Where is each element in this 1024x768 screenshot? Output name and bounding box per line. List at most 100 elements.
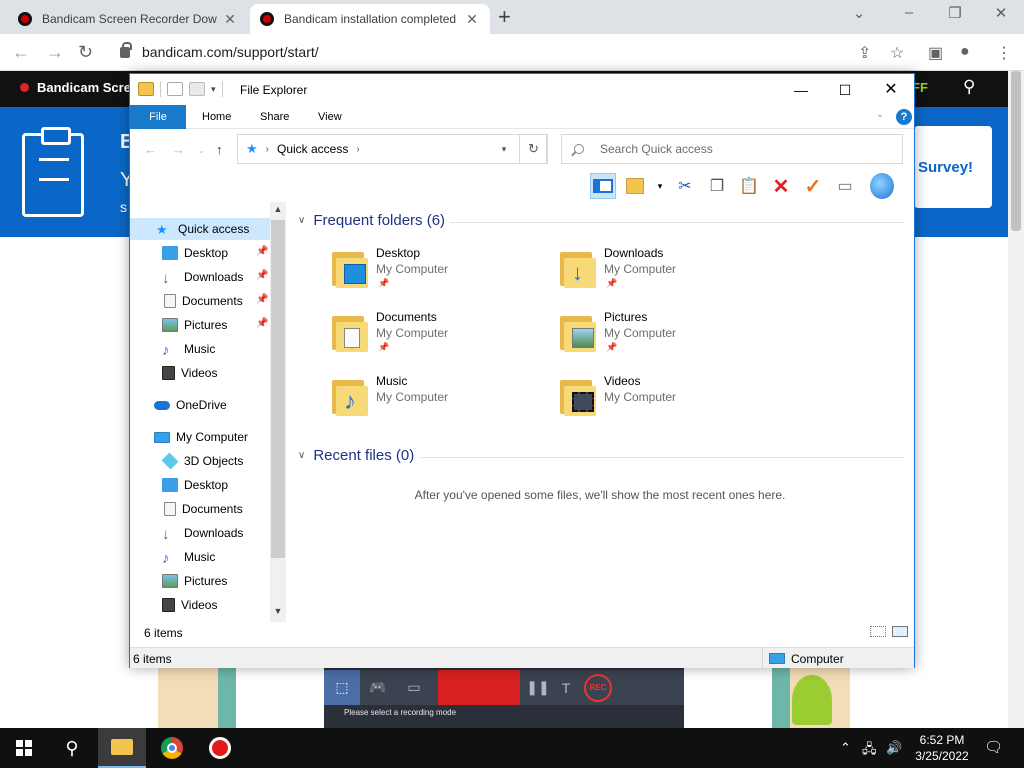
nav-music[interactable]: ♪ Music [130, 338, 270, 360]
folder-tile-videos[interactable]: Videos My Computer [558, 372, 758, 428]
survey-button[interactable]: Survey! [914, 126, 992, 208]
close-window-icon[interactable]: ✕ [978, 4, 1024, 22]
nav-videos-pc[interactable]: Videos [130, 594, 270, 616]
address-bar[interactable]: bandicam.com/support/start/ [110, 38, 910, 66]
collapse-chevron-icon[interactable]: ∨ [298, 450, 305, 461]
nav-downloads-pinned[interactable]: ↓ Downloads 📌 [130, 266, 270, 288]
preview-pane-button[interactable] [622, 173, 648, 199]
details-view-icon[interactable] [870, 626, 886, 637]
help-icon[interactable]: ? [896, 109, 912, 125]
expand-ribbon-icon[interactable]: ⌄ [876, 109, 884, 120]
browser-tab-installation[interactable]: Bandicam installation completed ✕ [250, 4, 490, 34]
folder-tile-pictures[interactable]: Pictures My Computer 📌 [558, 308, 758, 364]
explorer-maximize-icon[interactable]: ☐ [822, 78, 868, 102]
bookmark-star-icon[interactable]: ☆ [890, 43, 904, 63]
pin-icon[interactable]: 📌 [256, 270, 268, 281]
paste-icon[interactable]: 📋 [736, 173, 762, 199]
nav-desktop[interactable]: Desktop [130, 474, 270, 496]
share-icon[interactable]: ⇪ [858, 43, 871, 63]
chevron-right-icon[interactable]: › [266, 144, 269, 155]
folder-tile-downloads[interactable]: ↓ Downloads My Computer 📌 [558, 244, 758, 300]
nav-documents-pinned[interactable]: Documents 📌 [130, 290, 270, 312]
nav-quick-access[interactable]: ★ Quick access [130, 218, 270, 240]
rename-icon[interactable]: ▭ [832, 173, 858, 199]
navigation-pane-button[interactable] [590, 173, 616, 199]
search-taskbar-button[interactable]: ⚲ [48, 728, 96, 768]
scroll-down-icon[interactable]: ▼ [270, 606, 286, 616]
explorer-title-bar[interactable]: ▾ File Explorer — ☐ ✕ [130, 74, 914, 105]
page-scrollbar[interactable] [1008, 71, 1024, 728]
nav-onedrive[interactable]: OneDrive [130, 394, 270, 416]
close-tab-icon[interactable]: ✕ [464, 11, 480, 28]
nav-3d-objects[interactable]: 3D Objects [130, 450, 270, 472]
explorer-close-icon[interactable]: ✕ [868, 78, 914, 102]
new-folder-icon[interactable] [189, 82, 205, 96]
new-tab-button[interactable]: + [498, 6, 511, 28]
checkmark-icon[interactable]: ✓ [800, 173, 826, 199]
site-logo[interactable]: Bandicam Scree [20, 80, 138, 95]
chevron-down-icon[interactable]: ⌄ [836, 4, 882, 22]
explorer-minimize-icon[interactable]: — [778, 78, 824, 102]
nav-my-computer[interactable]: My Computer [130, 426, 270, 448]
reload-icon[interactable]: ↻ [78, 42, 93, 63]
search-input[interactable]: Search Quick access [561, 134, 903, 164]
tab-file[interactable]: File [130, 105, 186, 129]
refresh-icon[interactable]: ↻ [519, 134, 548, 164]
bandicam-taskbar-button[interactable] [196, 728, 244, 768]
close-tab-icon[interactable]: ✕ [222, 11, 238, 28]
forward-arrow-icon[interactable]: → [46, 42, 64, 63]
large-icons-view-icon[interactable] [892, 626, 908, 637]
pin-icon[interactable]: 📌 [256, 246, 268, 257]
file-explorer-taskbar-button[interactable] [98, 728, 146, 768]
address-box[interactable]: ★ › Quick access › ▾ [237, 134, 547, 164]
back-arrow-icon[interactable]: ← [144, 142, 157, 157]
pin-icon[interactable]: 📌 [256, 294, 268, 305]
restore-icon[interactable]: ❐ [932, 4, 978, 22]
nav-desktop-pinned[interactable]: Desktop 📌 [130, 242, 270, 264]
start-button[interactable] [0, 728, 48, 768]
nav-downloads[interactable]: ↓ Downloads [130, 522, 270, 544]
back-arrow-icon[interactable]: ← [12, 42, 30, 63]
nav-scrollbar-thumb[interactable] [271, 220, 285, 558]
nav-pictures[interactable]: Pictures [130, 570, 270, 592]
volume-icon[interactable]: 🔊 [886, 740, 902, 756]
pin-icon[interactable]: 📌 [256, 318, 268, 329]
network-icon[interactable]: 🖧 [862, 740, 877, 762]
browser-tab-download[interactable]: Bandicam Screen Recorder Dow ✕ [8, 4, 248, 34]
collapse-chevron-icon[interactable]: ∨ [298, 215, 305, 226]
folder-tile-desktop[interactable]: Desktop My Computer 📌 [330, 244, 530, 300]
nav-videos[interactable]: Videos [130, 362, 270, 384]
recent-files-header[interactable]: ∨ Recent files (0) [298, 447, 414, 464]
folder-tile-music[interactable]: ♪ Music My Computer [330, 372, 530, 428]
profile-avatar-icon[interactable]: ● [960, 43, 970, 61]
network-globe-icon[interactable] [870, 173, 894, 199]
site-search-icon[interactable]: ⚲ [963, 77, 975, 97]
folder-tile-documents[interactable]: Documents My Computer 📌 [330, 308, 530, 364]
chrome-taskbar-button[interactable] [148, 728, 196, 768]
address-dropdown-icon[interactable]: ▾ [492, 135, 516, 163]
layout-dropdown-icon[interactable]: ▾ [654, 173, 666, 199]
customize-toolbar-icon[interactable]: ▾ [211, 84, 216, 95]
nav-documents[interactable]: Documents [130, 498, 270, 520]
show-hidden-icons-icon[interactable]: ⌃ [840, 740, 851, 756]
notifications-icon[interactable]: 🗨 [984, 738, 1003, 756]
cut-icon[interactable]: ✂ [672, 173, 698, 199]
delete-icon[interactable]: ✕ [768, 173, 794, 199]
forward-arrow-icon[interactable]: → [172, 142, 185, 157]
nav-music-pc[interactable]: ♪ Music [130, 546, 270, 568]
page-scrollbar-thumb[interactable] [1011, 71, 1021, 231]
tab-view[interactable]: View [304, 105, 356, 129]
properties-icon[interactable] [167, 82, 183, 96]
scroll-up-icon[interactable]: ▲ [270, 204, 286, 214]
side-panel-icon[interactable]: ▣ [928, 43, 943, 63]
chevron-right-icon[interactable]: › [356, 144, 359, 155]
system-clock[interactable]: 6:52 PM 3/25/2022 [910, 732, 974, 764]
kebab-menu-icon[interactable]: ⋮ [996, 43, 1012, 63]
copy-icon[interactable]: ❐ [704, 173, 730, 199]
recent-locations-icon[interactable]: ⌄ [198, 146, 205, 155]
tab-share[interactable]: Share [246, 105, 303, 129]
nav-pictures-pinned[interactable]: Pictures 📌 [130, 314, 270, 336]
up-arrow-icon[interactable]: ↑ [216, 142, 223, 157]
nav-scrollbar[interactable]: ▲ ▼ [270, 202, 286, 622]
minimize-icon[interactable]: – [886, 4, 932, 21]
